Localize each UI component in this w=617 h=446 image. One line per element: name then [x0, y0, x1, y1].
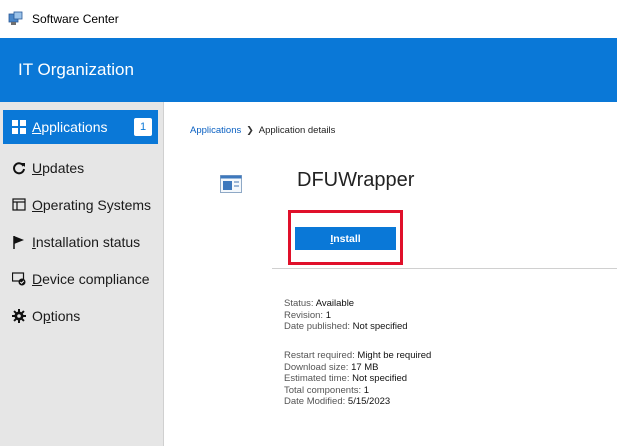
gear-icon	[12, 308, 26, 323]
applications-icon	[12, 120, 26, 134]
count-badge: 1	[134, 118, 152, 136]
organization-banner: IT Organization	[0, 38, 617, 102]
refresh-icon	[12, 161, 26, 175]
details-group-install: Restart required: Might be required Down…	[284, 350, 431, 408]
sidebar-item-label: Device compliance	[32, 270, 150, 287]
detail-total-components: Total components: 1	[284, 384, 370, 396]
device-compliance-icon	[12, 271, 26, 286]
sidebar-item-operating-systems[interactable]: Operating Systems	[0, 186, 163, 223]
main-content: Applications ❯ Application details DFUWr…	[164, 102, 617, 446]
detail-date-published: Date published: Not specified	[284, 321, 408, 332]
detail-estimated-time: Estimated time: Not specified	[284, 373, 408, 384]
detail-restart-required: Restart required: Might be required	[284, 350, 432, 361]
sidebar-item-applications[interactable]: Applications 1	[3, 110, 158, 144]
sidebar-item-options[interactable]: Options	[0, 297, 163, 334]
application-icon	[220, 175, 242, 193]
sidebar-item-label: Updates	[32, 159, 85, 176]
breadcrumb: Applications ❯ Application details	[190, 125, 335, 136]
sidebar-item-label: Installation status	[32, 233, 141, 250]
sidebar-item-installation-status[interactable]: Installation status	[0, 223, 163, 260]
organization-name: IT Organization	[18, 60, 134, 79]
detail-revision: Revision: 1	[284, 309, 332, 321]
operating-systems-icon	[12, 197, 26, 212]
breadcrumb-current: Application details	[258, 125, 336, 136]
sidebar-item-label: Options	[32, 307, 81, 324]
sidebar: Applications 1 Updates Operating Systems	[0, 102, 164, 446]
software-center-icon	[8, 11, 24, 27]
chevron-right-icon: ❯	[246, 125, 254, 135]
title-bar: Software Center	[0, 0, 617, 39]
application-name: DFUWrapper	[297, 169, 415, 191]
detail-download-size: Download size: 17 MB	[284, 361, 379, 373]
breadcrumb-link-applications[interactable]: Applications	[190, 125, 241, 136]
sidebar-item-device-compliance[interactable]: Device compliance	[0, 260, 163, 297]
window-title: Software Center	[32, 12, 119, 26]
details-group-status: Status: Available Revision: 1 Date publi…	[284, 298, 408, 333]
sidebar-item-updates[interactable]: Updates	[0, 149, 163, 186]
divider	[272, 268, 617, 269]
sidebar-item-label: Applications	[32, 119, 108, 135]
install-button[interactable]: Install	[295, 227, 396, 250]
detail-date-modified: Date Modified: 5/15/2023	[284, 396, 391, 407]
flag-icon	[12, 235, 26, 249]
detail-status: Status: Available	[284, 298, 355, 309]
sidebar-item-label: Operating Systems	[32, 196, 152, 213]
